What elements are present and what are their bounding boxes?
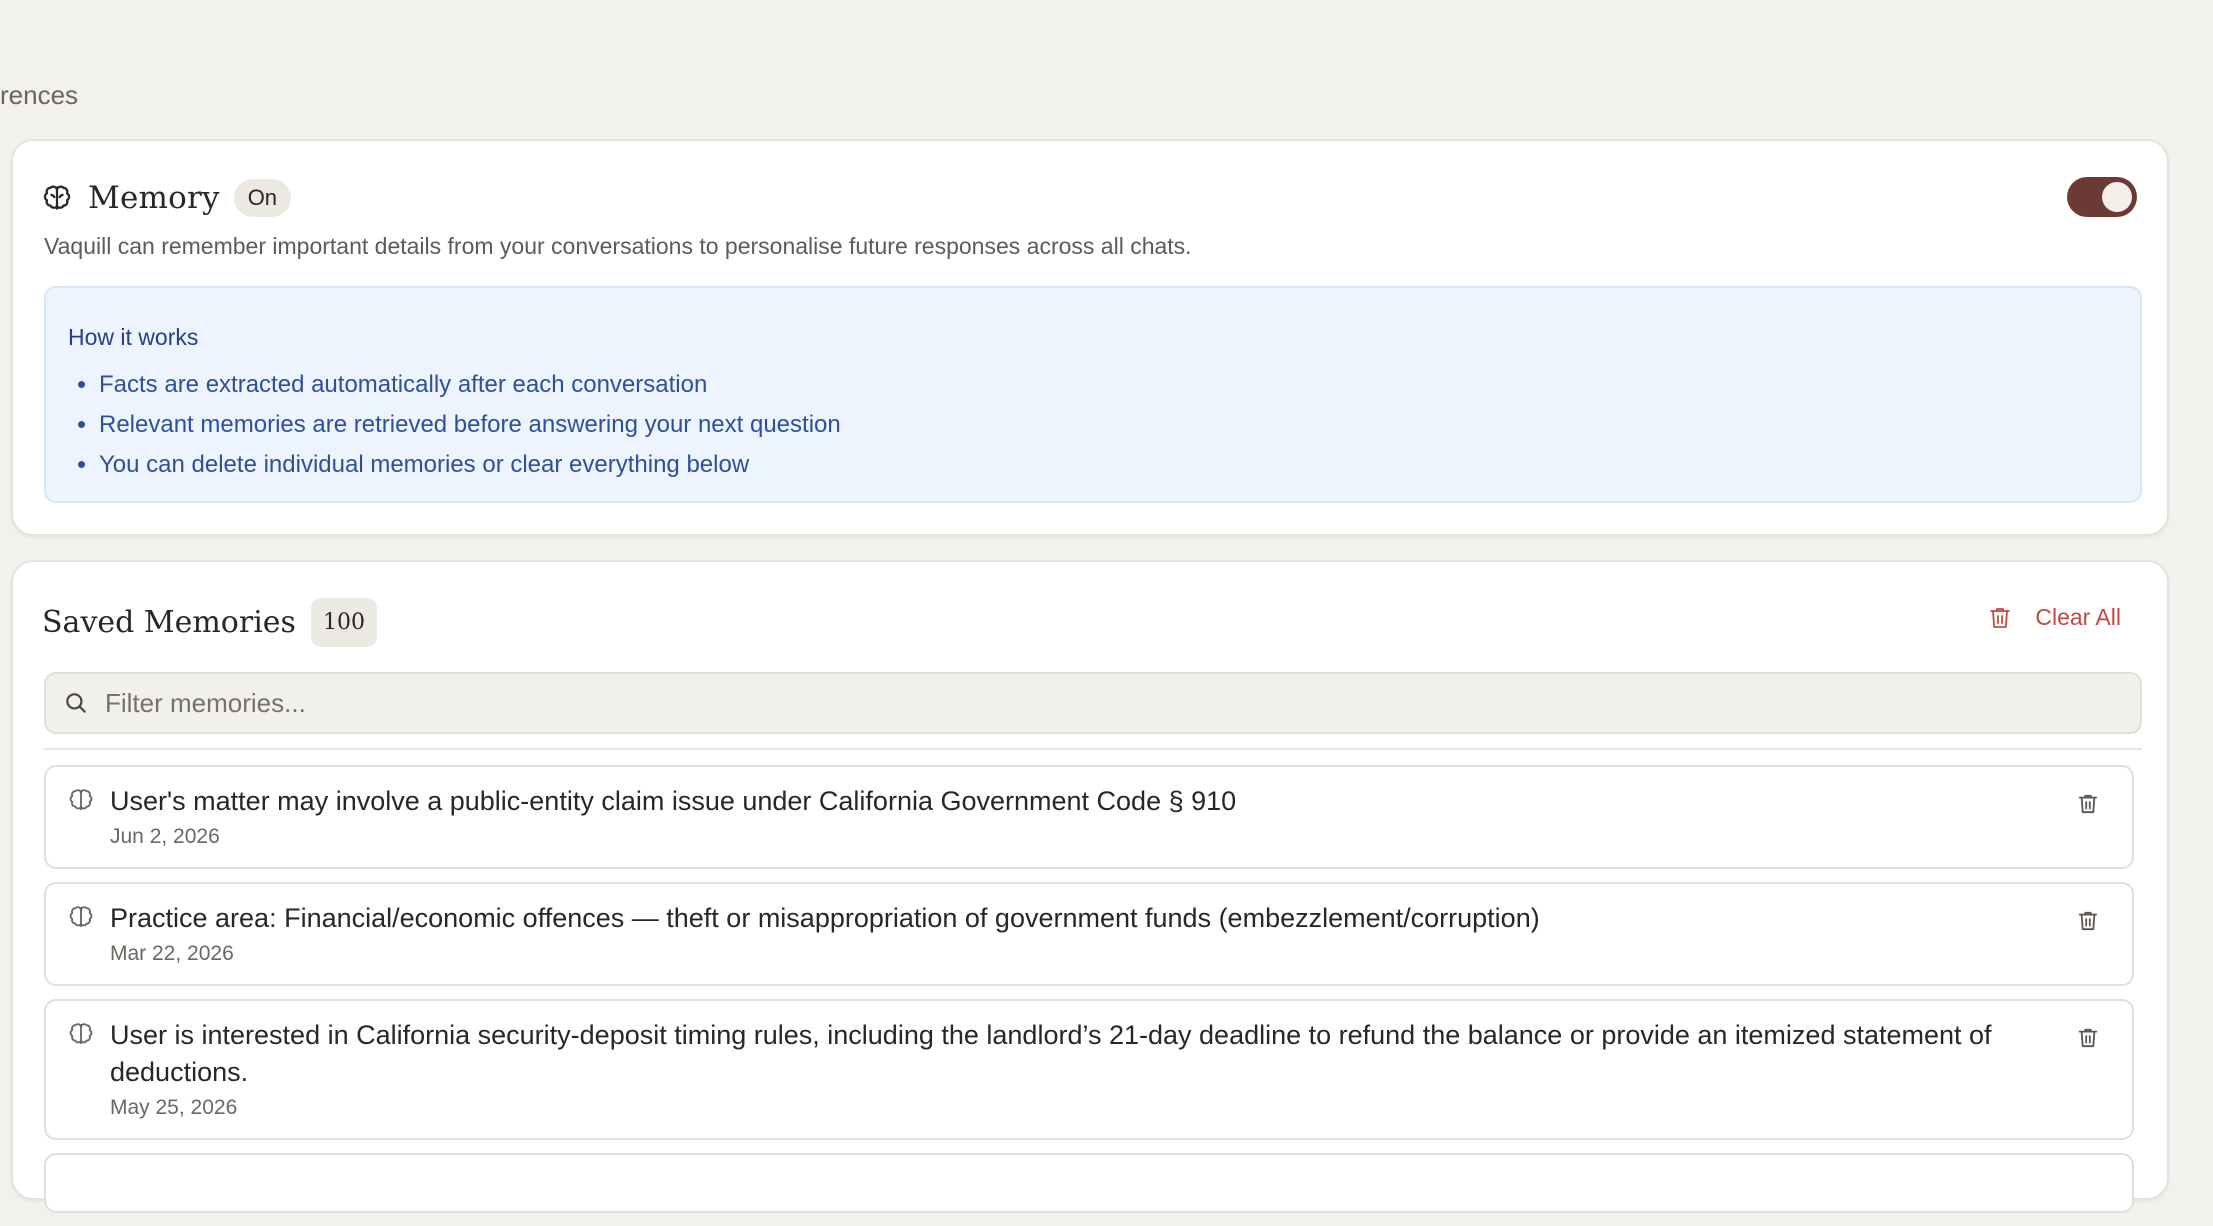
how-it-works-title: How it works (68, 324, 199, 350)
memory-date: Mar 22, 2026 (110, 942, 234, 965)
memory-date: Jun 2, 2026 (110, 825, 220, 848)
how-it-works-item: Relevant memories are retrieved before a… (99, 405, 2118, 445)
memory-settings-card: Memory On Vaquill can remember important… (11, 139, 2169, 536)
how-it-works-item: You can delete individual memories or cl… (99, 445, 2118, 485)
memory-text: User's matter may involve a public-entit… (110, 786, 1237, 816)
delete-memory-button[interactable] (2078, 910, 2098, 932)
toggle-knob (2102, 182, 2132, 212)
memory-list: User's matter may involve a public-entit… (44, 765, 2134, 1226)
how-it-works-list: Facts are extracted automatically after … (68, 365, 2118, 485)
saved-memories-title: Saved Memories (42, 605, 296, 640)
divider (44, 748, 2142, 750)
clear-all-label: Clear All (2035, 604, 2121, 630)
trash-icon (2078, 911, 2098, 931)
saved-memories-card: Saved Memories 100 Clear All Filter memo… (11, 560, 2169, 1213)
memory-list-item: User is interested in California securit… (44, 999, 2134, 1140)
trash-icon (1989, 606, 2011, 630)
memory-date: May 25, 2026 (110, 1096, 238, 1119)
saved-memories-header: Saved Memories 100 (42, 598, 377, 647)
delete-memory-button[interactable] (2078, 793, 2098, 815)
brain-icon (68, 787, 94, 813)
memory-list-item: User's matter may involve a public-entit… (44, 765, 2134, 869)
filter-search-box (44, 672, 2142, 734)
trash-icon (2078, 1028, 2098, 1048)
memory-text: Practice area: Financial/economic offenc… (110, 903, 1540, 933)
memory-count-badge: 100 (310, 598, 377, 647)
search-icon (63, 690, 89, 716)
brain-icon (68, 904, 94, 930)
how-it-works-item: Facts are extracted automatically after … (99, 365, 2118, 405)
brain-icon (68, 1021, 94, 1047)
how-it-works-box: How it works Facts are extracted automat… (44, 286, 2142, 503)
clear-all-button[interactable]: Clear All (1989, 604, 2121, 631)
brain-icon (42, 183, 72, 213)
memory-text: User is interested in California securit… (110, 1020, 1992, 1087)
filter-memories-input[interactable] (103, 686, 2057, 720)
memory-header: Memory On (42, 179, 292, 217)
memory-list-item (44, 1153, 2134, 1213)
memory-description: Vaquill can remember important details f… (44, 233, 1192, 259)
page-heading: rences (0, 80, 79, 110)
memory-title: Memory (88, 180, 220, 216)
trash-icon (2078, 794, 2098, 814)
memory-toggle[interactable] (2067, 177, 2137, 217)
delete-memory-button[interactable] (2078, 1027, 2098, 1049)
memory-list-item: Practice area: Financial/economic offenc… (44, 882, 2134, 986)
memory-status-badge: On (233, 179, 292, 217)
